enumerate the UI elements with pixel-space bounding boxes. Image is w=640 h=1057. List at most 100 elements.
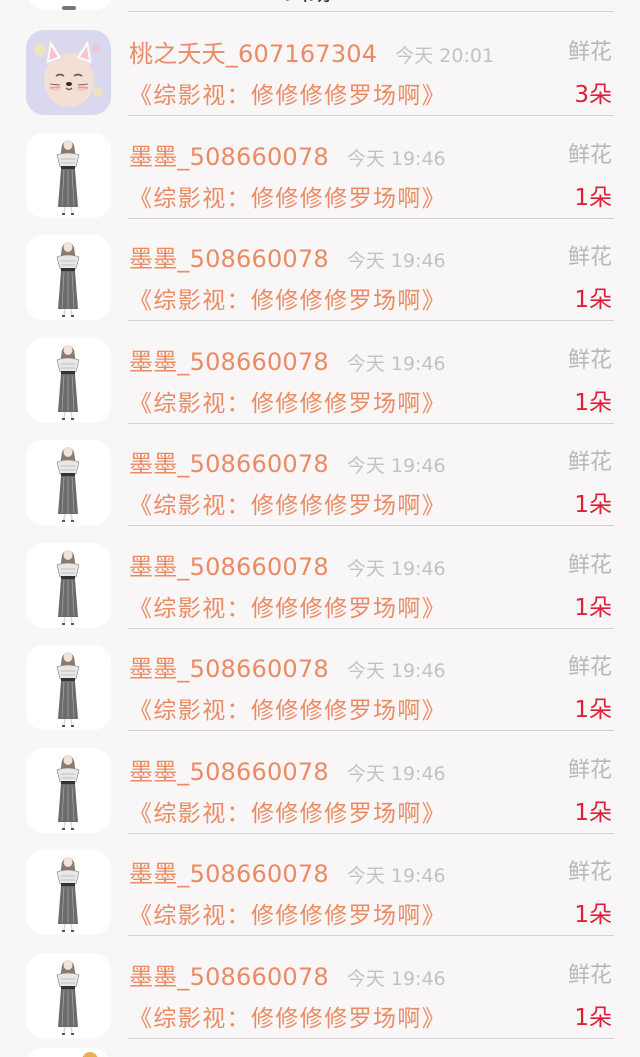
gift-count: 3朵 <box>574 82 612 108</box>
timestamp: 今天 19:46 <box>346 147 446 170</box>
girl-illustration-avatar-image <box>26 542 111 628</box>
row-header: 墨墨_508660078 今天 19:46 <box>129 547 446 581</box>
gift-type-label: 鲜花 <box>567 245 612 270</box>
gift-record-list: 桃之夭夭_607167304 今天 20:01 鲜花 《综影视：修修修修罗场啊》 3朵 … <box>0 28 640 1053</box>
gift-type-label: 鲜花 <box>567 655 612 680</box>
row-divider <box>128 11 614 12</box>
row-divider <box>128 627 614 629</box>
timestamp: 今天 20:01 <box>395 45 495 67</box>
book-title-link[interactable]: 《综影视：修修修修罗场啊》 <box>129 281 446 315</box>
baby-cat-avatar-image <box>26 30 111 115</box>
list-item[interactable]: 墨墨_508660078 今天 19:46 鲜花《综影视：修修修修罗场啊》 1朵 <box>0 438 640 541</box>
gift-type-label: 鲜花 <box>567 450 612 475</box>
row-divider <box>128 730 614 731</box>
list-item[interactable]: 墨墨_508660078 今天 19:46 鲜花《综影视：修修修修罗场啊》 1朵 <box>0 131 640 234</box>
gift-type-label: 鲜花 <box>567 860 612 885</box>
book-title-link[interactable]: 《综影视：修修修修罗场啊》 <box>129 896 446 930</box>
avatar[interactable] <box>26 542 111 628</box>
username[interactable]: 墨墨_508660078 <box>129 342 329 377</box>
avatar[interactable] <box>26 747 111 833</box>
avatar[interactable] <box>26 645 111 730</box>
username[interactable]: 墨墨_508660078 <box>129 649 329 684</box>
avatar[interactable] <box>26 440 111 525</box>
row-divider <box>128 935 614 936</box>
username[interactable]: 墨墨_508660078 <box>129 239 329 274</box>
avatar[interactable] <box>26 1048 111 1057</box>
timestamp: 今天 19:46 <box>346 762 446 785</box>
list-item[interactable]: 墨墨_508660078 今天 19:46 鲜花《综影视：修修修修罗场啊》 1朵 <box>0 643 640 746</box>
gift-count: 1朵 <box>574 1004 612 1031</box>
username[interactable]: 墨墨_508660078 <box>129 137 329 172</box>
avatar[interactable] <box>26 952 111 1038</box>
list-item[interactable]: 墨墨_508660078 今天 19:46 鲜花《综影视：修修修修罗场啊》 1朵 <box>0 233 640 336</box>
avatar[interactable] <box>26 132 111 218</box>
row-header: 墨墨_508660078 今天 19:46 <box>129 957 446 991</box>
username[interactable]: 墨墨_508660078 <box>129 752 329 787</box>
gift-type-label: 鲜花 <box>567 962 612 988</box>
username[interactable]: 墨墨_508660078 <box>129 547 329 582</box>
book-title-link[interactable]: 《综影视：修修修修罗场啊》 <box>129 589 446 623</box>
row-divider <box>128 217 614 219</box>
row-header: 墨墨_508660078 今天 19:46 <box>129 342 446 376</box>
book-title-link[interactable]: 《综影视：修修修修罗场啊》 <box>129 794 446 828</box>
avatar[interactable] <box>26 850 111 935</box>
book-title-link[interactable]: 《综影视：修修修修罗场啊》 <box>129 384 446 418</box>
book-title-link[interactable]: 《综影视：修修修修罗场啊》 <box>129 76 446 110</box>
row-header: 墨墨_508660078 今天 19:46 <box>129 137 446 171</box>
list-item[interactable]: 墨墨_508660078 今天 19:46 鲜花 《综影视：修修修修罗场啊》 1朵 <box>0 746 640 849</box>
gift-count: 1朵 <box>574 184 612 211</box>
book-title-link[interactable]: 《综影视：修修修修罗场啊》 <box>129 691 446 725</box>
username[interactable]: 墨墨_508660078 <box>129 854 329 889</box>
gift-count: 1朵 <box>574 697 612 723</box>
username[interactable]: 桃之夭夭_607167304 <box>129 34 377 69</box>
book-title-link[interactable]: 《综影视：修修修修罗场啊》 <box>129 999 446 1033</box>
timestamp: 今天 19:46 <box>346 250 446 272</box>
timestamp: 今天 19:46 <box>346 352 446 375</box>
row-divider <box>128 115 614 116</box>
row-divider <box>128 525 614 526</box>
girl-illustration-avatar-image <box>26 235 111 320</box>
previous-row-partial: 纠纷 <box>0 0 640 22</box>
list-item[interactable]: 墨墨_508660078 今天 19:46 鲜花 《综影视：修修修修罗场啊》 1朵 <box>0 336 640 439</box>
girl-illustration-avatar-image <box>26 440 111 525</box>
gift-type-label: 鲜花 <box>567 142 612 168</box>
next-row-partial <box>0 1048 640 1057</box>
row-header: 墨墨_508660078 今天 19:46 <box>129 649 446 683</box>
gift-count: 1朵 <box>574 902 612 928</box>
list-item[interactable]: 墨墨_508660078 今天 19:46 鲜花《综影视：修修修修罗场啊》 1朵 <box>0 541 640 644</box>
row-header: 墨墨_508660078 今天 19:46 <box>129 854 446 888</box>
timestamp: 今天 19:46 <box>346 557 446 580</box>
previous-row-text: 纠纷 <box>285 0 333 6</box>
gift-type-label: 鲜花 <box>567 552 612 578</box>
row-divider <box>128 320 614 321</box>
avatar[interactable] <box>26 235 111 320</box>
avatar[interactable] <box>26 337 111 423</box>
gift-count: 1朵 <box>574 799 612 826</box>
girl-illustration-avatar-image <box>26 747 111 833</box>
row-header: 桃之夭夭_607167304 今天 20:01 <box>129 34 494 68</box>
avatar[interactable] <box>28 0 112 10</box>
row-divider <box>128 1037 614 1039</box>
gift-count: 1朵 <box>574 287 612 313</box>
gift-type-label: 鲜花 <box>567 347 612 373</box>
username[interactable]: 墨墨_508660078 <box>129 957 329 992</box>
row-header: 墨墨_508660078 今天 19:46 <box>129 752 446 786</box>
list-item[interactable]: 桃之夭夭_607167304 今天 20:01 鲜花 《综影视：修修修修罗场啊》 3朵 <box>0 28 640 131</box>
book-title-link[interactable]: 《综影视：修修修修罗场啊》 <box>129 486 446 520</box>
gift-count: 1朵 <box>574 594 612 621</box>
girl-illustration-avatar-image <box>26 645 111 730</box>
book-title-link[interactable]: 《综影视：修修修修罗场啊》 <box>129 179 446 213</box>
timestamp: 今天 19:46 <box>346 967 446 990</box>
timestamp: 今天 19:46 <box>346 865 446 887</box>
list-item[interactable]: 墨墨_508660078 今天 19:46 鲜花《综影视：修修修修罗场啊》 1朵 <box>0 848 640 951</box>
girl-illustration-avatar-image <box>26 132 111 218</box>
timestamp: 今天 19:46 <box>346 455 446 477</box>
timestamp: 今天 19:46 <box>346 660 446 682</box>
girl-illustration-avatar-image <box>26 337 111 423</box>
username[interactable]: 墨墨_508660078 <box>129 444 329 479</box>
avatar[interactable] <box>26 30 111 115</box>
gift-count: 1朵 <box>574 492 612 518</box>
list-item[interactable]: 墨墨_508660078 今天 19:46 鲜花《综影视：修修修修罗场啊》 1朵 <box>0 951 640 1054</box>
row-header: 墨墨_508660078 今天 19:46 <box>129 444 446 478</box>
row-divider <box>128 422 614 424</box>
